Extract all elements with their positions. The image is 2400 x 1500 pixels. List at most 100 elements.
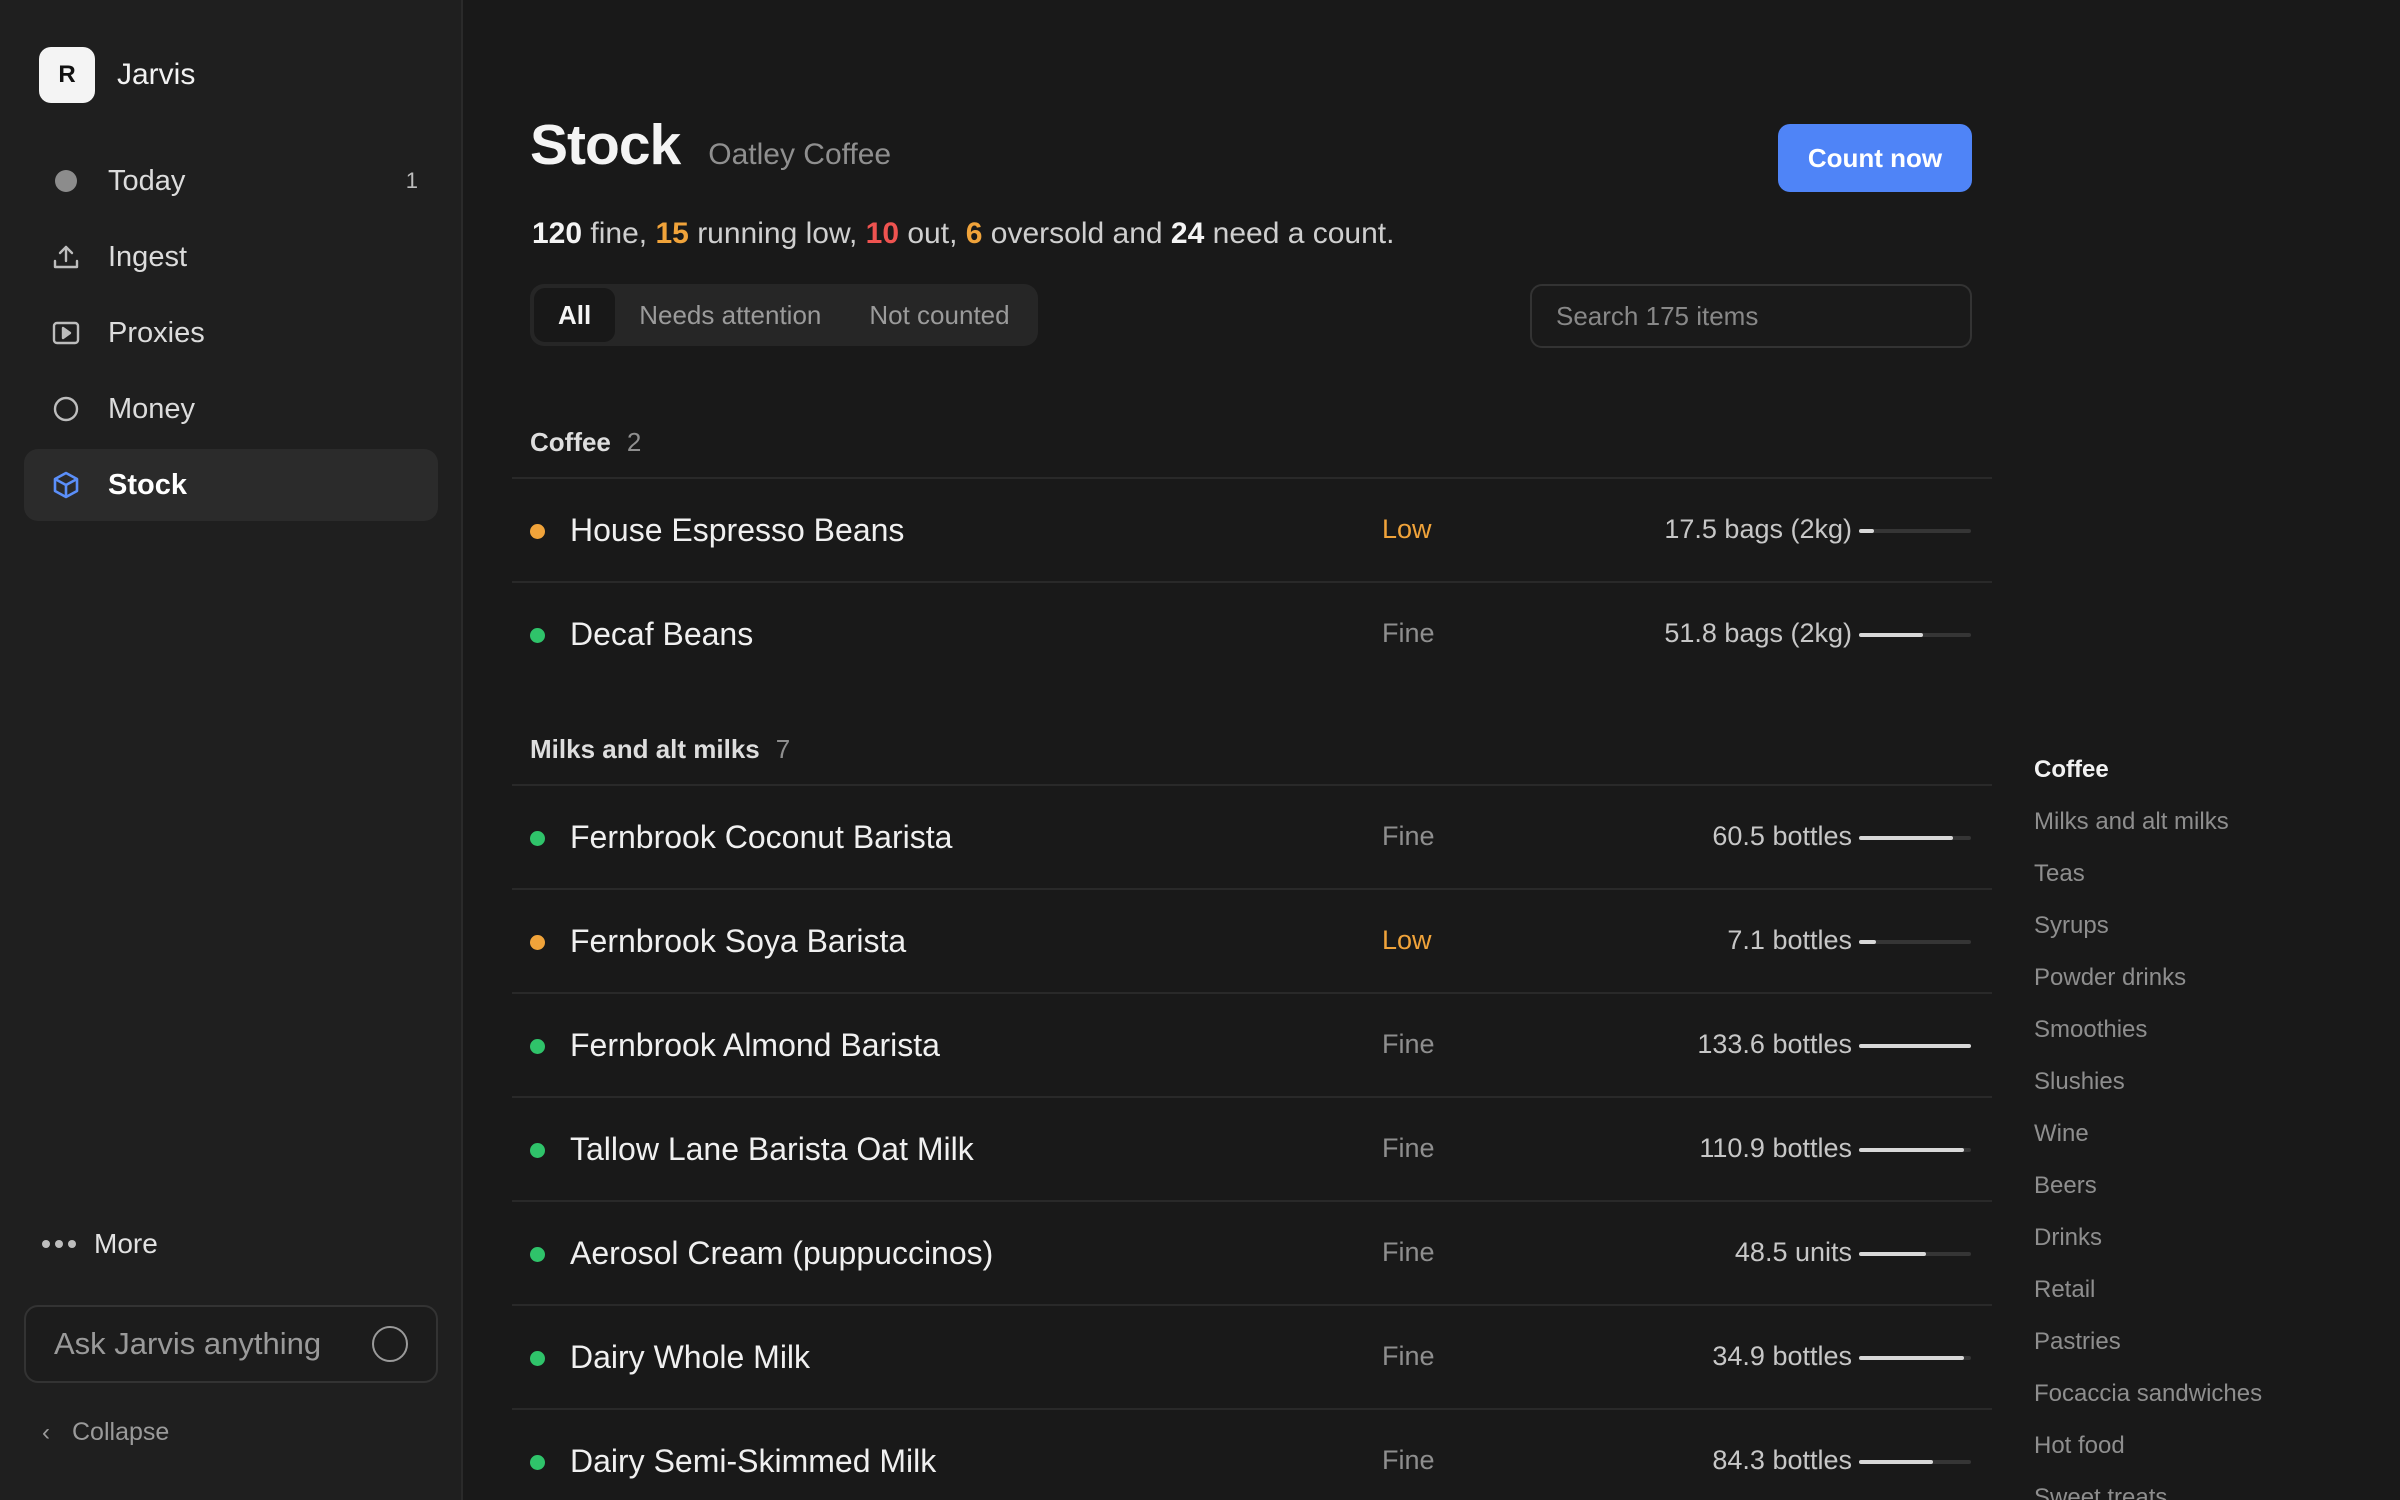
stock-level-bar: [1859, 1460, 1971, 1464]
tab-needs-attention[interactable]: Needs attention: [615, 288, 845, 342]
category-index-item[interactable]: Beers: [2034, 1172, 2262, 1224]
fine-count: 120: [532, 217, 583, 250]
stock-row[interactable]: Aerosol Cream (puppuccinos) Fine 48.5 unit…: [512, 1200, 1992, 1304]
status-label: Fine: [1382, 1445, 1435, 1475]
more-button[interactable]: More: [42, 1228, 158, 1260]
collapse-button[interactable]: ‹ Collapse: [42, 1418, 169, 1447]
stock-row[interactable]: Fernbrook Coconut Barista Fine 60.5 bottle…: [512, 784, 1992, 888]
stock-row[interactable]: Tallow Lane Barista Oat Milk Fine 110.9 bo…: [512, 1096, 1992, 1200]
cube-icon: [48, 467, 84, 503]
status-dot: [530, 831, 545, 846]
page-title: Stock: [530, 113, 681, 177]
item-quantity: 17.5 bags (2kg): [1664, 514, 1852, 544]
sidebar-item-label: Ingest: [108, 240, 187, 273]
stock-level-fill: [1859, 836, 1954, 840]
filter-tabs: All Needs attention Not counted: [530, 284, 1038, 346]
group-header: Milks and alt milks 7: [530, 734, 790, 765]
status-dot: [530, 935, 545, 950]
stock-level-bar: [1859, 529, 1971, 533]
sidebar: R Jarvis Today 1 Ingest Proxies Money St…: [0, 0, 463, 1500]
item-quantity: 133.6 bottles: [1697, 1029, 1852, 1059]
brand[interactable]: R Jarvis: [39, 47, 195, 103]
category-index-item[interactable]: Teas: [2034, 860, 2262, 912]
sidebar-item-money[interactable]: Money: [24, 373, 438, 445]
stock-level-bar: [1859, 836, 1971, 840]
status-label: Fine: [1382, 1237, 1435, 1267]
play-square-icon: [48, 315, 84, 351]
need-count-count: 24: [1170, 217, 1205, 250]
category-index-item[interactable]: Milks and alt milks: [2034, 808, 2262, 860]
search-input[interactable]: [1530, 284, 1972, 348]
stock-level-bar: [1859, 1356, 1971, 1360]
stock-level-fill: [1859, 1252, 1927, 1256]
stock-row[interactable]: Fernbrook Soya Barista Low 7.1 bottles: [512, 888, 1992, 992]
stock-level-bar: [1859, 1252, 1971, 1256]
item-name: Fernbrook Soya Barista: [570, 923, 907, 959]
sidebar-item-label: Stock: [108, 468, 187, 501]
circle-icon: [48, 391, 84, 427]
category-index-item[interactable]: Slushies: [2034, 1068, 2262, 1120]
tab-all[interactable]: All: [534, 288, 616, 342]
category-index-item[interactable]: Drinks: [2034, 1224, 2262, 1276]
voice-circle-icon[interactable]: [372, 1326, 408, 1362]
category-index-item[interactable]: Coffee: [2034, 756, 2262, 808]
status-label: Fine: [1382, 1029, 1435, 1059]
stock-row[interactable]: House Espresso Beans Low 17.5 bags (2kg): [512, 477, 1992, 581]
item-quantity: 48.5 units: [1734, 1237, 1852, 1267]
item-name: House Espresso Beans: [570, 512, 905, 548]
item-quantity: 110.9 bottles: [1699, 1133, 1852, 1163]
category-index-item[interactable]: Wine: [2034, 1120, 2262, 1172]
stock-row[interactable]: Dairy Semi-Skimmed Milk Fine 84.3 bottles: [512, 1408, 1992, 1500]
category-index-item[interactable]: Retail: [2034, 1276, 2262, 1328]
stock-level-bar: [1859, 633, 1971, 637]
item-quantity: 34.9 bottles: [1712, 1341, 1852, 1371]
stock-level-bar: [1859, 940, 1971, 944]
group-count: 7: [775, 734, 791, 764]
low-label: running low,: [697, 217, 858, 250]
today-count-badge: 1: [405, 168, 418, 193]
stock-row[interactable]: Dairy Whole Milk Fine 34.9 bottles: [512, 1304, 1992, 1408]
stock-row[interactable]: Decaf Beans Fine 51.8 bags (2kg): [512, 581, 1992, 685]
category-index-item[interactable]: Powder drinks: [2034, 964, 2262, 1016]
item-name: Dairy Whole Milk: [570, 1339, 811, 1375]
chevron-left-icon: ‹: [42, 1418, 50, 1446]
item-quantity: 51.8 bags (2kg): [1664, 618, 1852, 648]
stock-row[interactable]: Fernbrook Almond Barista Fine 133.6 bottle…: [512, 992, 1992, 1096]
stock-level-fill: [1859, 529, 1874, 533]
fine-label: fine,: [590, 217, 648, 250]
oversold-label: oversold and: [990, 217, 1163, 250]
status-label: Fine: [1382, 618, 1435, 648]
sidebar-item-stock[interactable]: Stock: [24, 449, 438, 521]
group-name: Milks and alt milks: [530, 734, 760, 764]
category-index-item[interactable]: Syrups: [2034, 912, 2262, 964]
stock-level-fill: [1859, 1044, 1971, 1048]
status-dot: [530, 628, 545, 643]
stock-level-fill: [1859, 633, 1923, 637]
status-dot: [530, 1351, 545, 1366]
sidebar-item-ingest[interactable]: Ingest: [24, 221, 438, 293]
group-name: Coffee: [530, 427, 611, 457]
sidebar-item-today[interactable]: Today 1: [24, 145, 438, 217]
group-header: Coffee 2: [530, 427, 641, 458]
item-name: Aerosol Cream (puppuccinos): [570, 1235, 994, 1271]
category-index-item[interactable]: Hot food: [2034, 1432, 2262, 1484]
stock-level-bar: [1859, 1044, 1971, 1048]
category-index-item[interactable]: Sweet treats: [2034, 1484, 2262, 1500]
status-dot: [530, 1455, 545, 1470]
category-index-item[interactable]: Smoothies: [2034, 1016, 2262, 1068]
low-count: 15: [655, 217, 689, 250]
collapse-label: Collapse: [72, 1418, 170, 1446]
stock-level-fill: [1859, 940, 1876, 944]
more-label: More: [94, 1228, 158, 1259]
sidebar-item-proxies[interactable]: Proxies: [24, 297, 438, 369]
out-label: out,: [907, 217, 958, 250]
item-name: Dairy Semi-Skimmed Milk: [570, 1443, 937, 1479]
ask-jarvis-input[interactable]: Ask Jarvis anything: [24, 1305, 438, 1383]
count-now-button[interactable]: Count now: [1778, 124, 1972, 192]
status-label: Low: [1382, 514, 1432, 544]
item-quantity: 84.3 bottles: [1712, 1445, 1852, 1475]
workspace-logo: R: [39, 47, 95, 103]
tab-not-counted[interactable]: Not counted: [845, 288, 1033, 342]
category-index-item[interactable]: Focaccia sandwiches: [2034, 1380, 2262, 1432]
category-index-item[interactable]: Pastries: [2034, 1328, 2262, 1380]
